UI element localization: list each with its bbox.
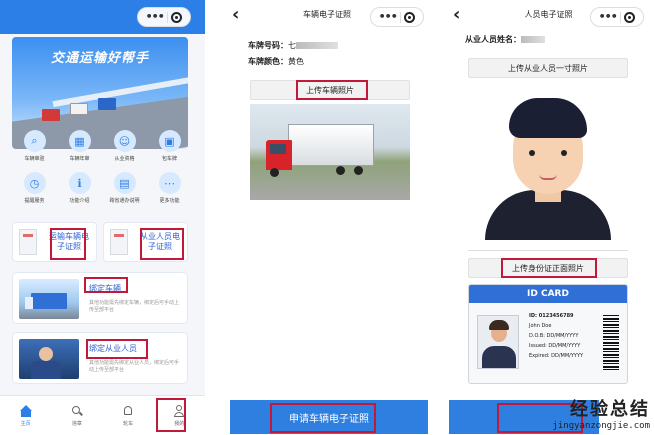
grid-item-vehicle-inspection[interactable]: ⌕ 车辆审验 bbox=[12, 130, 57, 162]
tab-violation[interactable]: 违章 bbox=[59, 405, 95, 427]
grid-item-cross-province[interactable]: ▤ 跨省通办说明 bbox=[102, 172, 147, 204]
grid-item-qualification[interactable]: ☺ 从业资格 bbox=[102, 130, 147, 162]
person-avatar-photo bbox=[483, 90, 613, 240]
mini-program-capsule[interactable]: ••• bbox=[137, 7, 191, 27]
upload-person-photo-button[interactable]: 上传从业人员一寸照片 bbox=[468, 58, 628, 78]
bus-icon: ▣ bbox=[158, 130, 181, 152]
person-header: ‹ 人员电子证照 ••• bbox=[443, 0, 654, 34]
grid-item-intro[interactable]: ℹ 功能介绍 bbox=[57, 172, 102, 204]
more-icon[interactable]: ••• bbox=[146, 11, 165, 22]
grid-item-charter-plate[interactable]: ▣ 包车牌 bbox=[147, 130, 192, 162]
search-icon bbox=[71, 405, 83, 417]
certificate-icon bbox=[19, 229, 37, 255]
id-card-sample: ID CARD ID: 0123456789 John Doe D.O.B: D… bbox=[468, 284, 628, 384]
certificate-icon bbox=[110, 229, 128, 255]
home-header: ••• bbox=[0, 0, 205, 34]
document-icon: ▤ bbox=[113, 172, 136, 194]
alarm-icon: ◷ bbox=[23, 172, 46, 194]
calendar-icon: ▦ bbox=[68, 130, 91, 152]
home-icon bbox=[19, 404, 32, 417]
search-icon: ⌕ bbox=[23, 130, 46, 152]
truck-icon bbox=[98, 98, 116, 110]
more-icon[interactable]: ••• bbox=[599, 11, 618, 22]
plate-number-field: 车牌号码：七 bbox=[248, 40, 338, 51]
id-issued: Issued: DD/MM/YYYY bbox=[529, 343, 581, 349]
home-screen: ••• 交通运输好帮手 ⌕ 车辆审验 ▦ 车辆年审 ☺ 从业资格 ▣ 包车牌 ◷ 提醒服务… bbox=[0, 0, 205, 435]
id-name: John Doe bbox=[529, 323, 552, 329]
id-number: ID: 0123456789 bbox=[529, 313, 574, 319]
highlight-box bbox=[296, 80, 368, 100]
mini-program-capsule[interactable]: ••• bbox=[370, 7, 424, 27]
person-cert-screen: ‹ 人员电子证照 ••• 从业人员姓名： 上传从业人员一寸照片 上传身份证正面照… bbox=[443, 0, 654, 435]
id-photo bbox=[477, 315, 519, 369]
info-icon: ℹ bbox=[68, 172, 91, 194]
highlight-box bbox=[50, 228, 86, 260]
id-dob: D.O.B: DD/MM/YYYY bbox=[529, 333, 579, 339]
person-icon: ☺ bbox=[113, 130, 136, 152]
bind-vehicle-desc: 其他功能需先绑定车辆，绑定后可手动上传至部平台 bbox=[89, 300, 180, 313]
truck-icon bbox=[42, 109, 60, 121]
id-expired: Expired: DD/MM/YYYY bbox=[529, 353, 584, 359]
grid-item-annual-review[interactable]: ▦ 车辆年审 bbox=[57, 130, 102, 162]
highlight-box bbox=[501, 258, 597, 278]
more-icon: ⋯ bbox=[158, 172, 181, 194]
highlight-box bbox=[270, 403, 376, 433]
tab-vehicle[interactable]: 轮车 bbox=[110, 405, 146, 427]
barcode-icon bbox=[603, 315, 619, 371]
vehicle-header: ‹ 车辆电子证照 ••• bbox=[222, 0, 432, 34]
bell-icon bbox=[122, 405, 134, 417]
grid-item-more[interactable]: ⋯ 更多功能 bbox=[147, 172, 192, 204]
highlight-box bbox=[156, 398, 186, 432]
tab-home[interactable]: 主页 bbox=[8, 404, 44, 427]
watermark: 经验总结 jingyanzongjie.com bbox=[552, 399, 650, 431]
banner-title: 交通运输好帮手 bbox=[50, 51, 149, 66]
function-grid: ⌕ 车辆审验 ▦ 车辆年审 ☺ 从业资格 ▣ 包车牌 ◷ 提醒服务 ℹ 功能介绍 ▤ 跨省通办… bbox=[12, 130, 192, 204]
id-card-header: ID CARD bbox=[469, 285, 627, 303]
close-target-icon[interactable] bbox=[171, 11, 183, 23]
close-target-icon[interactable] bbox=[624, 11, 636, 23]
highlight-box bbox=[86, 339, 148, 359]
driver-image bbox=[19, 339, 79, 379]
truck-image bbox=[19, 279, 79, 319]
vehicle-cert-screen: ‹ 车辆电子证照 ••• 车牌号码：七 车牌颜色：黄色 上传车辆照片 申请车辆电… bbox=[222, 0, 432, 435]
person-name-field: 从业人员姓名： bbox=[465, 34, 545, 45]
plate-color-field: 车牌颜色：黄色 bbox=[248, 57, 304, 66]
grid-item-reminder[interactable]: ◷ 提醒服务 bbox=[12, 172, 57, 204]
close-target-icon[interactable] bbox=[404, 11, 416, 23]
vehicle-photo bbox=[250, 104, 410, 200]
highlight-box bbox=[84, 277, 128, 293]
truck-icon bbox=[70, 103, 88, 115]
bind-person-desc: 其他功能需先绑定从业人员，绑定后可手动上传至部平台 bbox=[89, 360, 180, 373]
highlight-box bbox=[140, 228, 184, 260]
mini-program-capsule[interactable]: ••• bbox=[590, 7, 644, 27]
more-icon[interactable]: ••• bbox=[379, 11, 398, 22]
